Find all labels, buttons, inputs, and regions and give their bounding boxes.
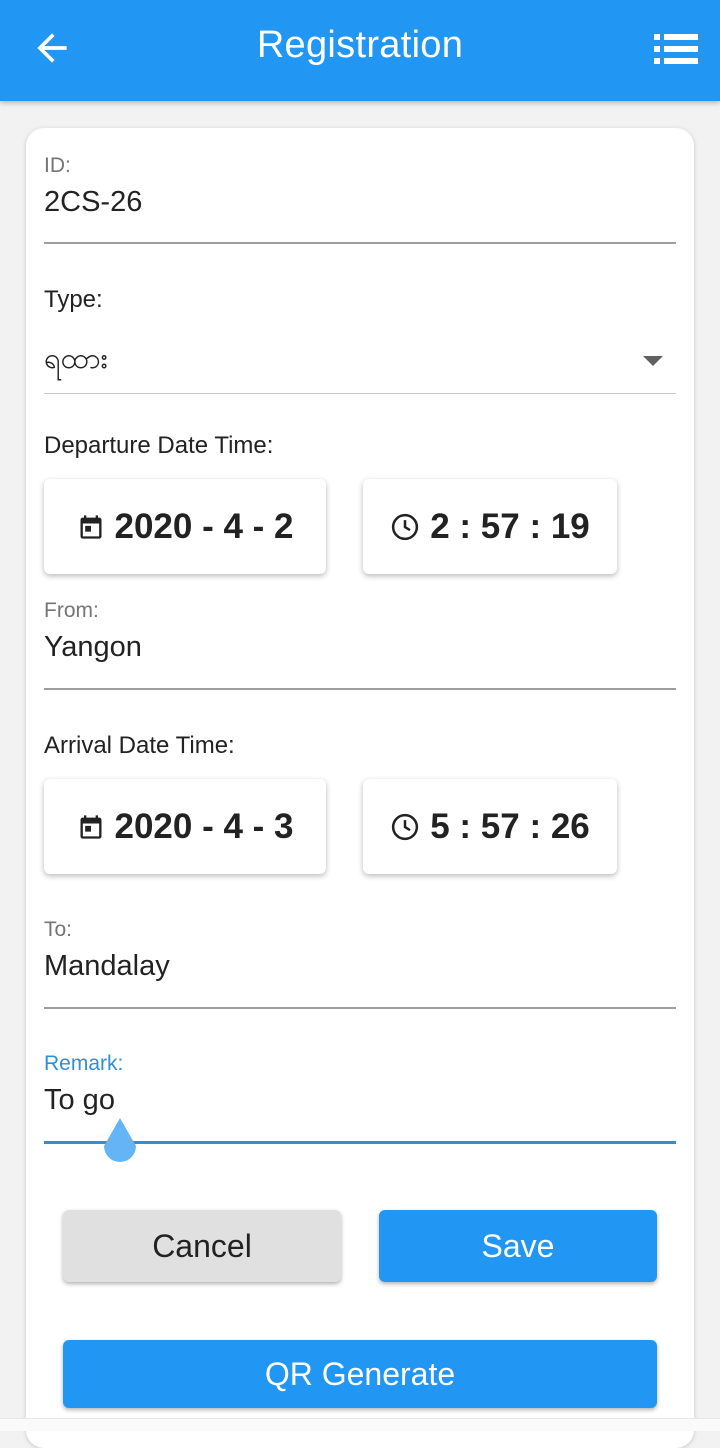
departure-label: Departure Date Time: <box>44 432 274 459</box>
arrival-date-button[interactable]: 2020 - 4 - 3 <box>44 779 326 874</box>
clock-icon <box>392 513 419 540</box>
to-field[interactable]: Mandalay <box>44 950 170 983</box>
save-button[interactable]: Save <box>379 1210 657 1282</box>
type-dropdown-underline <box>44 393 676 394</box>
id-label: ID: <box>44 154 71 177</box>
arrival-date-value: 2020 - 4 - 3 <box>114 806 294 846</box>
type-dropdown[interactable]: ရထား <box>44 340 108 383</box>
to-field-underline <box>44 1007 676 1009</box>
arrival-label: Arrival Date Time: <box>44 732 235 759</box>
id-field-underline <box>44 242 676 244</box>
bottom-edge <box>0 1418 720 1431</box>
app-bar: Registration <box>0 0 720 101</box>
departure-time-button[interactable]: 2 : 57 : 19 <box>363 479 617 574</box>
arrival-time-value: 5 : 57 : 26 <box>430 806 590 846</box>
qr-generate-button[interactable]: QR Generate <box>63 1340 657 1408</box>
departure-time-value: 2 : 57 : 19 <box>430 506 590 546</box>
id-field[interactable]: 2CS-26 <box>44 186 142 219</box>
type-label: Type: <box>44 286 103 313</box>
remark-label: Remark: <box>44 1052 124 1075</box>
arrival-time-button[interactable]: 5 : 57 : 26 <box>363 779 617 874</box>
from-field-underline <box>44 688 676 690</box>
dropdown-arrow-icon[interactable] <box>643 356 663 366</box>
departure-date-value: 2020 - 4 - 2 <box>114 506 294 546</box>
from-label: From: <box>44 599 99 622</box>
list-icon[interactable] <box>654 34 698 64</box>
remark-field[interactable]: To go <box>44 1084 115 1117</box>
from-field[interactable]: Yangon <box>44 631 142 664</box>
clock-icon <box>392 813 419 840</box>
departure-date-button[interactable]: 2020 - 4 - 2 <box>44 479 326 574</box>
to-label: To: <box>44 918 73 941</box>
cancel-button[interactable]: Cancel <box>63 1210 341 1282</box>
calendar-icon <box>80 514 101 539</box>
page-title: Registration <box>256 24 464 66</box>
calendar-icon <box>80 814 101 839</box>
registration-form-card: ID: 2CS-26 Type: ရထား Departure Date Tim… <box>26 128 694 1448</box>
text-cursor-handle[interactable] <box>100 1118 140 1170</box>
